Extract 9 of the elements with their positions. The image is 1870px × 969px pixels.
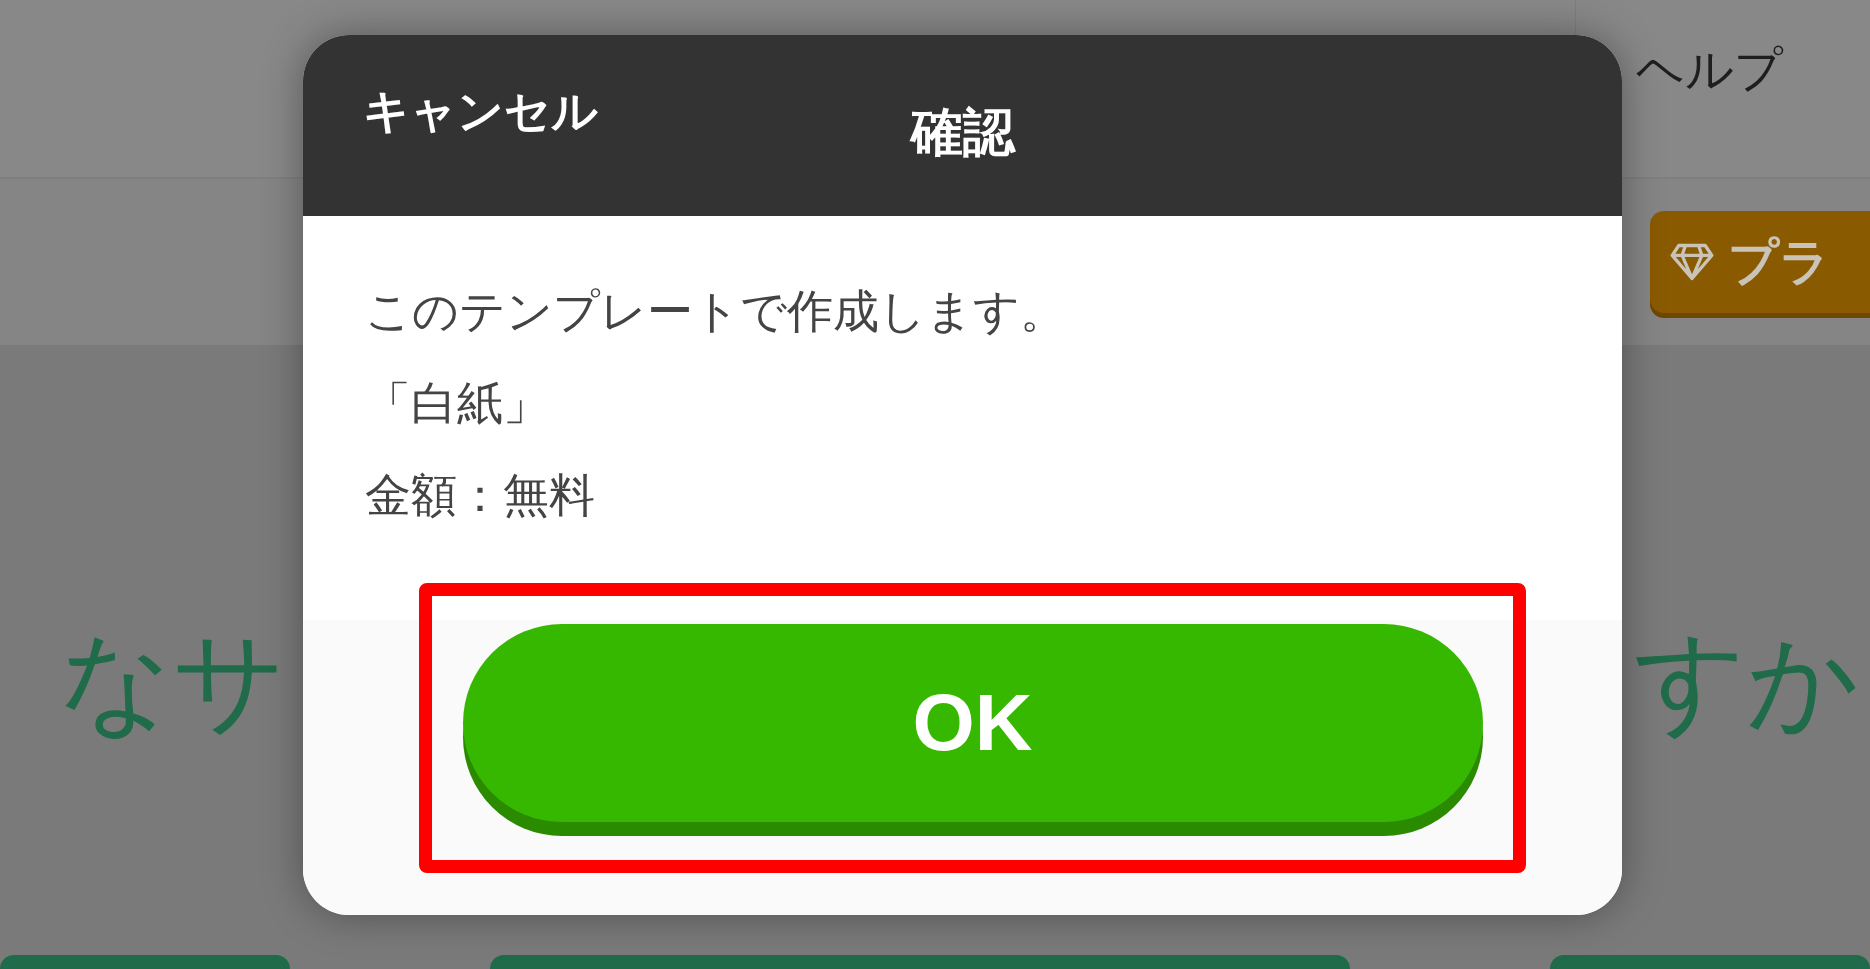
cancel-button[interactable]: キャンセル — [353, 75, 608, 149]
heading-text: なサ — [60, 616, 286, 747]
message-text: このテンプレートで作成します。 — [365, 283, 1067, 340]
heading-text: すか — [1634, 616, 1860, 747]
dialog-title: 確認 — [910, 100, 1015, 164]
help-link[interactable]: ヘルプ — [1636, 41, 1783, 97]
diamond-icon — [1670, 243, 1714, 281]
message-text: 「白紙」 — [365, 375, 550, 432]
message-text: 金額：無料 — [365, 467, 596, 524]
